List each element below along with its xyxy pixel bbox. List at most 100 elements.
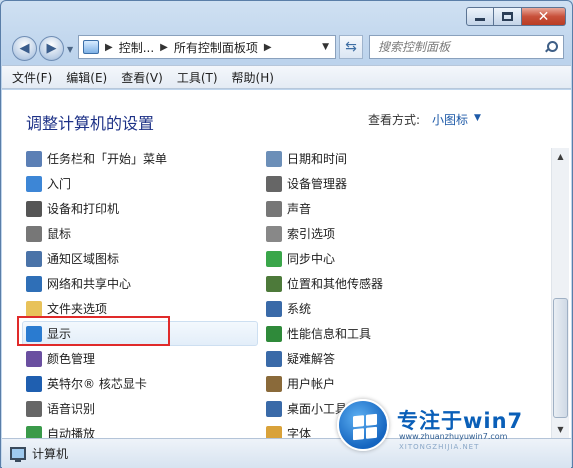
clock-icon bbox=[266, 150, 282, 167]
control-panel-item[interactable]: 同步中心 bbox=[266, 246, 496, 271]
view-by-label: 查看方式: bbox=[368, 113, 421, 127]
content-pane: 调整计算机的设置 查看方式: 小图标 ▼ 任务栏和「开始」菜单 入门 设备和打印机鼠… bbox=[2, 90, 571, 442]
recent-pages-dropdown[interactable]: ▼ bbox=[67, 45, 73, 54]
control-panel-item[interactable]: 语音识别 bbox=[26, 396, 256, 421]
item-label: 任务栏和「开始」菜单 bbox=[47, 152, 168, 166]
system-icon bbox=[266, 300, 282, 317]
control-panel-item[interactable]: 通知区域图标 bbox=[26, 246, 256, 271]
address-bar[interactable]: ▶ 控制... ▶ 所有控制面板项 ▶ ▼ bbox=[78, 35, 336, 59]
view-by-dropdown[interactable]: 小图标 bbox=[432, 111, 468, 128]
control-panel-item[interactable]: 疑难解答 bbox=[266, 346, 496, 371]
item-label: 声音 bbox=[287, 202, 312, 216]
sync-icon bbox=[266, 250, 282, 267]
search-input[interactable] bbox=[378, 40, 538, 54]
refresh-icon: ⇆ bbox=[345, 39, 357, 55]
item-label: 用户帐户 bbox=[287, 377, 336, 391]
search-box[interactable] bbox=[369, 35, 564, 59]
menu-view[interactable]: 查看(V) bbox=[121, 69, 163, 86]
control-panel-item[interactable]: 日期和时间 bbox=[266, 146, 496, 171]
highlight-annotation bbox=[17, 316, 170, 346]
status-text: 计算机 bbox=[32, 447, 69, 461]
watermark-title: 专注于win7 bbox=[397, 409, 524, 433]
watermark-url: www.zhuanzhuyuwin7.com bbox=[399, 432, 508, 441]
chevron-down-icon: ▼ bbox=[67, 45, 74, 54]
window-caption-buttons: ✕ bbox=[466, 7, 566, 26]
performance-icon bbox=[266, 325, 282, 342]
view-by-chevron-icon[interactable]: ▼ bbox=[474, 113, 481, 123]
item-label: 疑难解答 bbox=[287, 352, 336, 366]
windows-logo-icon bbox=[337, 399, 389, 451]
item-label: 入门 bbox=[47, 177, 72, 191]
menu-tools[interactable]: 工具(T) bbox=[177, 69, 218, 86]
control-panel-item[interactable]: 颜色管理 bbox=[26, 346, 256, 371]
item-label: 英特尔® 核芯显卡 bbox=[47, 377, 147, 391]
menu-edit[interactable]: 编辑(E) bbox=[66, 69, 107, 86]
scroll-up-button[interactable]: ▲ bbox=[552, 148, 569, 165]
taskbar-icon bbox=[26, 150, 42, 167]
watermark-subtitle: XITONGZHIJIA.NET bbox=[399, 443, 480, 451]
forward-button[interactable]: ▶ bbox=[39, 36, 64, 61]
item-label: 性能信息和工具 bbox=[287, 327, 372, 341]
control-panel-item[interactable]: 系统 bbox=[266, 296, 496, 321]
control-panel-item[interactable]: 鼠标 bbox=[26, 221, 256, 246]
control-panel-item[interactable]: 任务栏和「开始」菜单 bbox=[26, 146, 256, 171]
item-label: 日期和时间 bbox=[287, 152, 348, 166]
breadcrumb-separator-icon[interactable]: ▶ bbox=[264, 42, 272, 53]
device-manager-icon bbox=[266, 175, 282, 192]
troubleshoot-icon bbox=[266, 350, 282, 367]
item-label: 通知区域图标 bbox=[47, 252, 120, 266]
breadcrumb-separator-icon[interactable]: ▶ bbox=[105, 42, 113, 53]
notification-icon bbox=[26, 250, 42, 267]
close-icon: ✕ bbox=[537, 8, 550, 25]
control-panel-item[interactable]: 位置和其他传感器 bbox=[266, 271, 496, 296]
item-label: 系统 bbox=[287, 302, 312, 316]
item-label: 语音识别 bbox=[47, 402, 96, 416]
color-management-icon bbox=[26, 350, 42, 367]
address-dropdown-icon[interactable]: ▼ bbox=[322, 42, 329, 52]
computer-icon bbox=[10, 447, 26, 462]
microphone-icon bbox=[26, 400, 42, 417]
items-column-left: 任务栏和「开始」菜单 入门 设备和打印机 鼠标 通知区域图标 网络和共享中心 文件夹选项 显示… bbox=[22, 146, 258, 446]
folder-icon bbox=[26, 300, 42, 317]
breadcrumb-control-panel[interactable]: 控制... bbox=[119, 39, 154, 56]
item-label: 文件夹选项 bbox=[47, 302, 108, 316]
menu-file[interactable]: 文件(F) bbox=[12, 69, 52, 86]
back-button[interactable]: ◀ bbox=[12, 36, 37, 61]
item-label: 鼠标 bbox=[47, 227, 72, 241]
item-label: 网络和共享中心 bbox=[47, 277, 132, 291]
arrow-right-icon: ▶ bbox=[46, 41, 57, 56]
item-label: 同步中心 bbox=[287, 252, 336, 266]
maximize-icon bbox=[502, 12, 513, 21]
control-panel-item[interactable]: 英特尔® 核芯显卡 bbox=[26, 371, 256, 396]
intel-graphics-icon bbox=[26, 375, 42, 392]
control-panel-item[interactable]: 入门 bbox=[26, 171, 256, 196]
arrow-left-icon: ◀ bbox=[19, 41, 30, 56]
item-label: 设备管理器 bbox=[287, 177, 348, 191]
item-label: 颜色管理 bbox=[47, 352, 96, 366]
item-label: 位置和其他传感器 bbox=[287, 277, 384, 291]
breadcrumb-separator-icon[interactable]: ▶ bbox=[160, 42, 168, 53]
control-panel-item[interactable]: 索引选项 bbox=[266, 221, 496, 246]
maximize-button[interactable] bbox=[494, 7, 522, 26]
control-panel-icon bbox=[83, 40, 99, 54]
search-icon[interactable] bbox=[545, 41, 558, 53]
network-icon bbox=[26, 275, 42, 292]
refresh-button[interactable]: ⇆ bbox=[339, 35, 363, 59]
watermark: 专注于win7 www.zhuanzhuyuwin7.com XITONGZHI… bbox=[333, 393, 571, 463]
sensor-icon bbox=[266, 275, 282, 292]
control-panel-item[interactable]: 性能信息和工具 bbox=[266, 321, 496, 346]
close-button[interactable]: ✕ bbox=[522, 7, 566, 26]
menu-help[interactable]: 帮助(H) bbox=[232, 69, 274, 86]
control-panel-window: ✕ ◀ ▶ ▼ ▶ 控制... ▶ 所有控制面板项 ▶ ▼ ⇆ 文件(F) 编辑… bbox=[0, 0, 573, 468]
users-icon bbox=[266, 375, 282, 392]
gadgets-icon bbox=[266, 400, 282, 417]
breadcrumb-all-items[interactable]: 所有控制面板项 bbox=[174, 39, 258, 56]
control-panel-item[interactable]: 网络和共享中心 bbox=[26, 271, 256, 296]
mouse-icon bbox=[26, 225, 42, 242]
control-panel-item[interactable]: 设备管理器 bbox=[266, 171, 496, 196]
sound-icon bbox=[266, 200, 282, 217]
getting-started-icon bbox=[26, 175, 42, 192]
minimize-button[interactable] bbox=[466, 7, 494, 26]
control-panel-item[interactable]: 设备和打印机 bbox=[26, 196, 256, 221]
control-panel-item[interactable]: 声音 bbox=[266, 196, 496, 221]
